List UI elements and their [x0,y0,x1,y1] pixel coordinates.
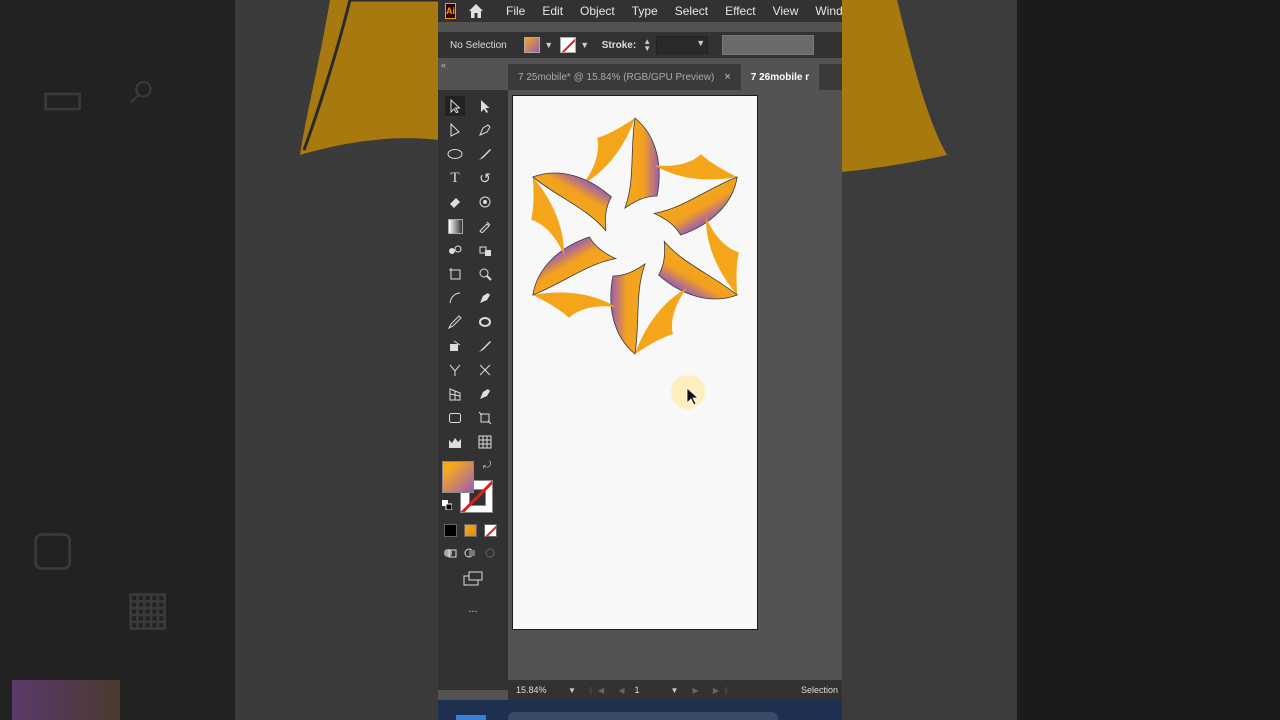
live-paint-tool-icon[interactable] [445,336,465,356]
close-icon[interactable]: × [724,71,730,83]
os-taskbar [438,700,842,720]
mesh-tool-icon[interactable] [475,432,495,452]
draw-normal-icon[interactable] [441,546,459,560]
gradient-tool-icon[interactable] [445,216,465,236]
fill-color-box[interactable] [442,461,474,493]
artboard-tool-icon[interactable] [445,264,465,284]
background-left: ▭ ⌕ ▢ ▦ [0,0,438,720]
artboard-number[interactable]: 1 [635,685,671,695]
selection-status: No Selection [450,39,507,51]
perspective-grid-tool-icon[interactable] [445,384,465,404]
blurred-shape [300,0,438,155]
menu-view[interactable]: View [773,4,799,18]
menu-select[interactable]: Select [675,4,708,18]
zoom-level[interactable]: 15.84% [516,685,556,695]
chevron-down-icon[interactable]: ▼ [671,686,679,695]
menu-type[interactable]: Type [632,4,658,18]
chevron-down-icon[interactable]: ▼ [544,40,554,50]
blurred-rect-icon: ▢ [30,522,76,575]
eyedropper-tool-icon[interactable] [475,216,495,236]
panel-collapse[interactable]: « [438,60,508,70]
variable-width-profile[interactable] [722,35,815,55]
blend-tool-icon[interactable] [445,240,465,260]
edit-toolbar-icon[interactable]: ... [460,602,486,616]
symbol-sprayer-tool-icon[interactable] [475,240,495,260]
zoom-tool-icon[interactable] [475,264,495,284]
screen-mode-icon[interactable] [460,570,486,588]
artboard[interactable] [506,95,764,631]
taskbar-search[interactable] [508,712,778,720]
pencil-tool-icon[interactable] [445,312,465,332]
type-tool-icon[interactable]: T [445,168,465,188]
app-logo: Ai [445,3,456,19]
warp-tool-icon[interactable] [475,192,495,212]
blurred-grid-icon: ▦ [125,582,171,635]
rotate-tool-icon[interactable]: ↺ [475,168,495,188]
chevron-down-icon[interactable]: ▼ [580,40,590,50]
ellipse-tool-icon[interactable] [445,144,465,164]
scissors-tool-icon[interactable] [475,360,495,380]
draw-inside-icon[interactable] [481,546,499,560]
blurred-shape-right [842,0,947,172]
rectangle-tool-icon[interactable] [445,408,465,428]
paintbrush-tool-icon[interactable] [475,336,495,356]
document-tabs: 7 25mobile* @ 15.84% (RGB/GPU Preview) ×… [508,64,842,90]
blurred-toolstrip [0,0,235,720]
tab-label: 7 26mobile r [750,71,810,83]
brush-tool-icon[interactable] [475,144,495,164]
menu-object[interactable]: Object [580,4,615,18]
blob-brush-tool-icon[interactable] [475,312,495,332]
column-graph-tool-icon[interactable] [445,432,465,452]
width-tool-icon[interactable] [445,360,465,380]
blurred-artboard-icon: ▭ [40,72,86,125]
chevron-down-icon[interactable]: ▼ [568,686,576,695]
mouse-cursor-icon [686,387,700,406]
fill-color-swatch[interactable] [523,37,540,53]
color-mode-icon[interactable] [444,524,457,537]
pen-tool-icon[interactable] [475,120,495,140]
artwork-star-shape[interactable] [506,96,764,631]
menu-file[interactable]: File [506,4,525,18]
current-tool-status: Selection [800,685,838,695]
stroke-stepper-icon[interactable]: ▲ ▼ [642,38,652,53]
menu-edit[interactable]: Edit [542,4,563,18]
status-bar: 15.84% ▼ |◀ ◀ 1 ▼ ▶ ▶| Selection [508,680,842,700]
stroke-color-swatch[interactable] [559,37,576,53]
background-right [842,0,1280,720]
gradient-mode-icon[interactable] [464,524,477,537]
menu-effect[interactable]: Effect [725,4,755,18]
double-chevron-icon[interactable]: « [441,60,446,70]
illustrator-window: Ai File Edit Object Type Select Effect V… [438,0,842,720]
menu-bar: Ai File Edit Object Type Select Effect V… [438,0,842,22]
magic-wand-tool-icon[interactable] [445,120,465,140]
free-transform-tool-icon[interactable] [475,408,495,428]
tools-panel: T ↺ ⤾ ... [438,90,508,690]
none-mode-icon[interactable] [484,524,497,537]
draw-behind-icon[interactable] [461,546,479,560]
blurred-zoom-icon: ⌕ [130,61,157,114]
tab-7-26mobile[interactable]: 7 26mobile r [740,64,820,90]
default-colors-icon[interactable] [441,499,453,511]
tab-label: 7 25mobile* @ 15.84% (RGB/GPU Preview) [518,71,715,83]
tab-7-25mobile[interactable]: 7 25mobile* @ 15.84% (RGB/GPU Preview) × [508,64,741,90]
direct-selection-tool-icon[interactable] [475,96,495,116]
menu-window[interactable]: Windo [815,4,842,18]
artboard-nav-next-icon[interactable]: ▶ ▶| [692,686,733,695]
eraser-tool-icon[interactable] [445,192,465,212]
pen-variant-tool-icon[interactable] [475,384,495,404]
chevron-down-icon[interactable]: ▼ [696,38,705,48]
blurred-swatch [12,680,120,720]
canvas[interactable] [506,90,842,680]
windows-start-icon[interactable] [456,715,486,720]
control-bar: No Selection ▼ ▼ Stroke: ▲ ▼ ▼ [438,32,842,58]
add-anchor-point-icon[interactable] [475,288,495,308]
stroke-weight-field[interactable]: ▼ [656,36,709,54]
curvature-tool-icon[interactable] [445,288,465,308]
stroke-label: Stroke: [601,39,637,51]
swap-colors-icon[interactable]: ⤾ [481,459,493,471]
home-icon[interactable] [468,2,484,20]
selection-tool-icon[interactable] [445,96,465,116]
artboard-nav-prev-icon[interactable]: |◀ ◀ [590,686,631,695]
